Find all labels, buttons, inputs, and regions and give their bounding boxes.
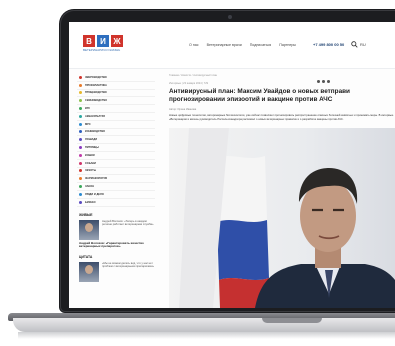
article-photo bbox=[169, 128, 395, 308]
category-label: МРС bbox=[85, 122, 91, 126]
title-line: Антивирусный план: Максим Увайдов о новы… bbox=[169, 88, 350, 95]
laptop-screen: В И Ж ВЕТЕРИНАРИЯ И ЖИЗНЬ О нас Ветерина… bbox=[69, 22, 395, 308]
laptop-mockup: В И Ж ВЕТЕРИНАРИЯ И ЖИЗНЬ О нас Ветерина… bbox=[0, 0, 395, 346]
category-label: ПТИЦЕВОДСТВО bbox=[85, 91, 107, 95]
category-dot-icon bbox=[79, 146, 82, 150]
sidebar-category-item[interactable]: ПРОФИЛАКТИКА bbox=[77, 82, 155, 90]
site-header: В И Ж ВЕТЕРИНАРИЯ И ЖИЗНЬ О нас Ветерина… bbox=[69, 22, 395, 69]
category-label: ЛЮДИ И ДЕЛО bbox=[85, 192, 104, 196]
breadcrumb[interactable]: Главная / Новости / Антивирусный план bbox=[169, 74, 395, 77]
category-dot-icon bbox=[79, 107, 82, 111]
category-label: ЗВЕРОВОДСТВО bbox=[85, 75, 107, 79]
logo-letter: И bbox=[97, 35, 109, 47]
category-dot-icon bbox=[79, 130, 82, 134]
share-buttons[interactable] bbox=[317, 80, 330, 83]
category-label: ЛОШАДИ bbox=[85, 138, 98, 142]
sidebar-category-item[interactable]: СВИНОВОДСТВО bbox=[77, 97, 155, 106]
category-dot-icon bbox=[79, 83, 82, 87]
category-label: ФАРМАКОЛОГИЯ bbox=[85, 177, 108, 181]
laptop-notch bbox=[262, 318, 322, 323]
card-photo bbox=[79, 219, 99, 240]
category-dot-icon bbox=[79, 75, 82, 79]
category-dot-icon bbox=[79, 91, 82, 95]
main-nav: О нас Ветеринарные врачи Подписаться Пар… bbox=[189, 43, 296, 47]
category-label: ПРОФИЛАКТИКА bbox=[85, 83, 107, 87]
logo-letter: Ж bbox=[111, 35, 123, 47]
category-dot-icon bbox=[79, 122, 82, 126]
sidebar-card[interactable]: «Мы не можем делать вид, что у нас нет п… bbox=[79, 261, 155, 282]
logo-subtitle: ВЕТЕРИНАРИЯ И ЖИЗНЬ bbox=[83, 48, 121, 52]
search-icon[interactable] bbox=[351, 41, 358, 48]
share-icon[interactable] bbox=[327, 80, 330, 83]
category-dot-icon bbox=[79, 114, 82, 118]
article-title: Антивирусный план: Максим Увайдов о новы… bbox=[169, 88, 395, 104]
nav-item[interactable]: Ветеринарные врачи bbox=[207, 43, 242, 47]
phone-number[interactable]: +7 499 800 00 50 bbox=[313, 42, 344, 47]
language-switch[interactable]: RU bbox=[360, 42, 366, 47]
category-dot-icon bbox=[79, 138, 82, 142]
sidebar-category-item[interactable]: ПИТОМЦЫ bbox=[77, 144, 155, 152]
sidebar-category-item[interactable]: ЗАКОН bbox=[77, 183, 155, 191]
category-dot-icon bbox=[79, 200, 82, 204]
sidebar-category-item[interactable]: ЗВЕРОВОДСТВО bbox=[77, 74, 155, 82]
sidebar-category-item[interactable]: ЛЮДИ И ДЕЛО bbox=[77, 191, 155, 199]
category-dot-icon bbox=[79, 99, 82, 103]
share-icon[interactable] bbox=[317, 80, 320, 83]
sidebar-category-item[interactable]: КОНЕВОДСТВО bbox=[77, 129, 155, 137]
portrait-illustration bbox=[179, 128, 395, 308]
category-label: БИЗНЕС bbox=[85, 200, 96, 204]
sidebar-category-item[interactable]: КОШКИ bbox=[77, 152, 155, 160]
logo-letter: В bbox=[83, 35, 95, 47]
card-text: Андрей Волохов: «Теперь в каждом регионе… bbox=[102, 219, 154, 226]
category-label: АКВАКУЛЬТУРА bbox=[85, 114, 106, 118]
category-label: КОНЕВОДСТВО bbox=[85, 130, 106, 134]
category-label: КОШКИ bbox=[85, 153, 95, 157]
category-dot-icon bbox=[79, 177, 82, 181]
site-logo[interactable]: В И Ж ВЕТЕРИНАРИЯ И ЖИЗНЬ bbox=[83, 35, 143, 59]
title-line: прогнозировании эпизоотий и вакцине прот… bbox=[169, 96, 333, 103]
sidebar-section-title: ЖИВЫЕ bbox=[79, 212, 93, 217]
category-label: СВИНОВОДСТВО bbox=[85, 99, 108, 103]
sidebar-category-item[interactable]: СОБАКИ bbox=[77, 160, 155, 168]
sidebar: ЗВЕРОВОДСТВО ПРОФИЛАКТИКА ПТИЦЕВОДСТВО СВИН… bbox=[77, 74, 155, 306]
sidebar-category-item[interactable]: ФАРМАКОЛОГИЯ bbox=[77, 175, 155, 184]
card-photo bbox=[79, 261, 99, 282]
category-dot-icon bbox=[79, 169, 82, 173]
share-icon[interactable] bbox=[322, 80, 325, 83]
flag-icon bbox=[179, 128, 270, 308]
category-dot-icon bbox=[79, 192, 82, 196]
article-lead: Новые цифровые технологии, ветеринарные … bbox=[169, 114, 394, 121]
category-label: ПИТОМЦЫ bbox=[85, 146, 99, 150]
sidebar-card[interactable]: Андрей Волохов: «Теперь в каждом регионе… bbox=[79, 219, 155, 240]
category-label: ЗАКОН bbox=[85, 185, 94, 189]
category-label: ЭКЗОТЫ bbox=[85, 169, 97, 173]
category-list: ЗВЕРОВОДСТВО ПРОФИЛАКТИКА ПТИЦЕВОДСТВО СВИН… bbox=[77, 74, 155, 207]
article: Главная / Новости / Антивирусный план Ин… bbox=[169, 74, 395, 308]
camera-icon bbox=[228, 15, 232, 19]
category-dot-icon bbox=[79, 185, 82, 189]
category-dot-icon bbox=[79, 161, 82, 165]
sidebar-category-item[interactable]: ПТИЦЕВОДСТВО bbox=[77, 90, 155, 98]
sidebar-category-item[interactable]: МРС bbox=[77, 121, 155, 129]
sidebar-category-item[interactable]: БИЗНЕС bbox=[77, 199, 155, 207]
nav-item[interactable]: Подписаться bbox=[250, 43, 272, 47]
person-figure bbox=[255, 168, 395, 308]
nav-item[interactable]: О нас bbox=[189, 43, 199, 47]
laptop-shadow bbox=[18, 332, 395, 339]
article-author: Автор: Ирина Иванова bbox=[169, 108, 197, 111]
laptop-base bbox=[13, 318, 395, 332]
sidebar-category-item[interactable]: АКВАКУЛЬТУРА bbox=[77, 113, 155, 121]
sidebar-category-item[interactable]: ЭКЗОТЫ bbox=[77, 168, 155, 176]
sidebar-section-title: ЦИТАТА bbox=[79, 254, 93, 259]
category-label: КРС bbox=[85, 107, 91, 111]
category-label: СОБАКИ bbox=[85, 161, 96, 165]
article-meta: Интервью | 23 января 2024 | 729 bbox=[169, 82, 209, 85]
nav-item[interactable]: Партнеры bbox=[279, 43, 296, 47]
card-title[interactable]: Андрей Волохов: «Гарантировать качество … bbox=[79, 241, 155, 249]
category-dot-icon bbox=[79, 153, 82, 157]
sidebar-category-item[interactable]: ЛОШАДИ bbox=[77, 136, 155, 145]
card-text: «Мы не можем делать вид, что у нас нет п… bbox=[102, 261, 154, 269]
sidebar-category-item[interactable]: КРС bbox=[77, 105, 155, 113]
